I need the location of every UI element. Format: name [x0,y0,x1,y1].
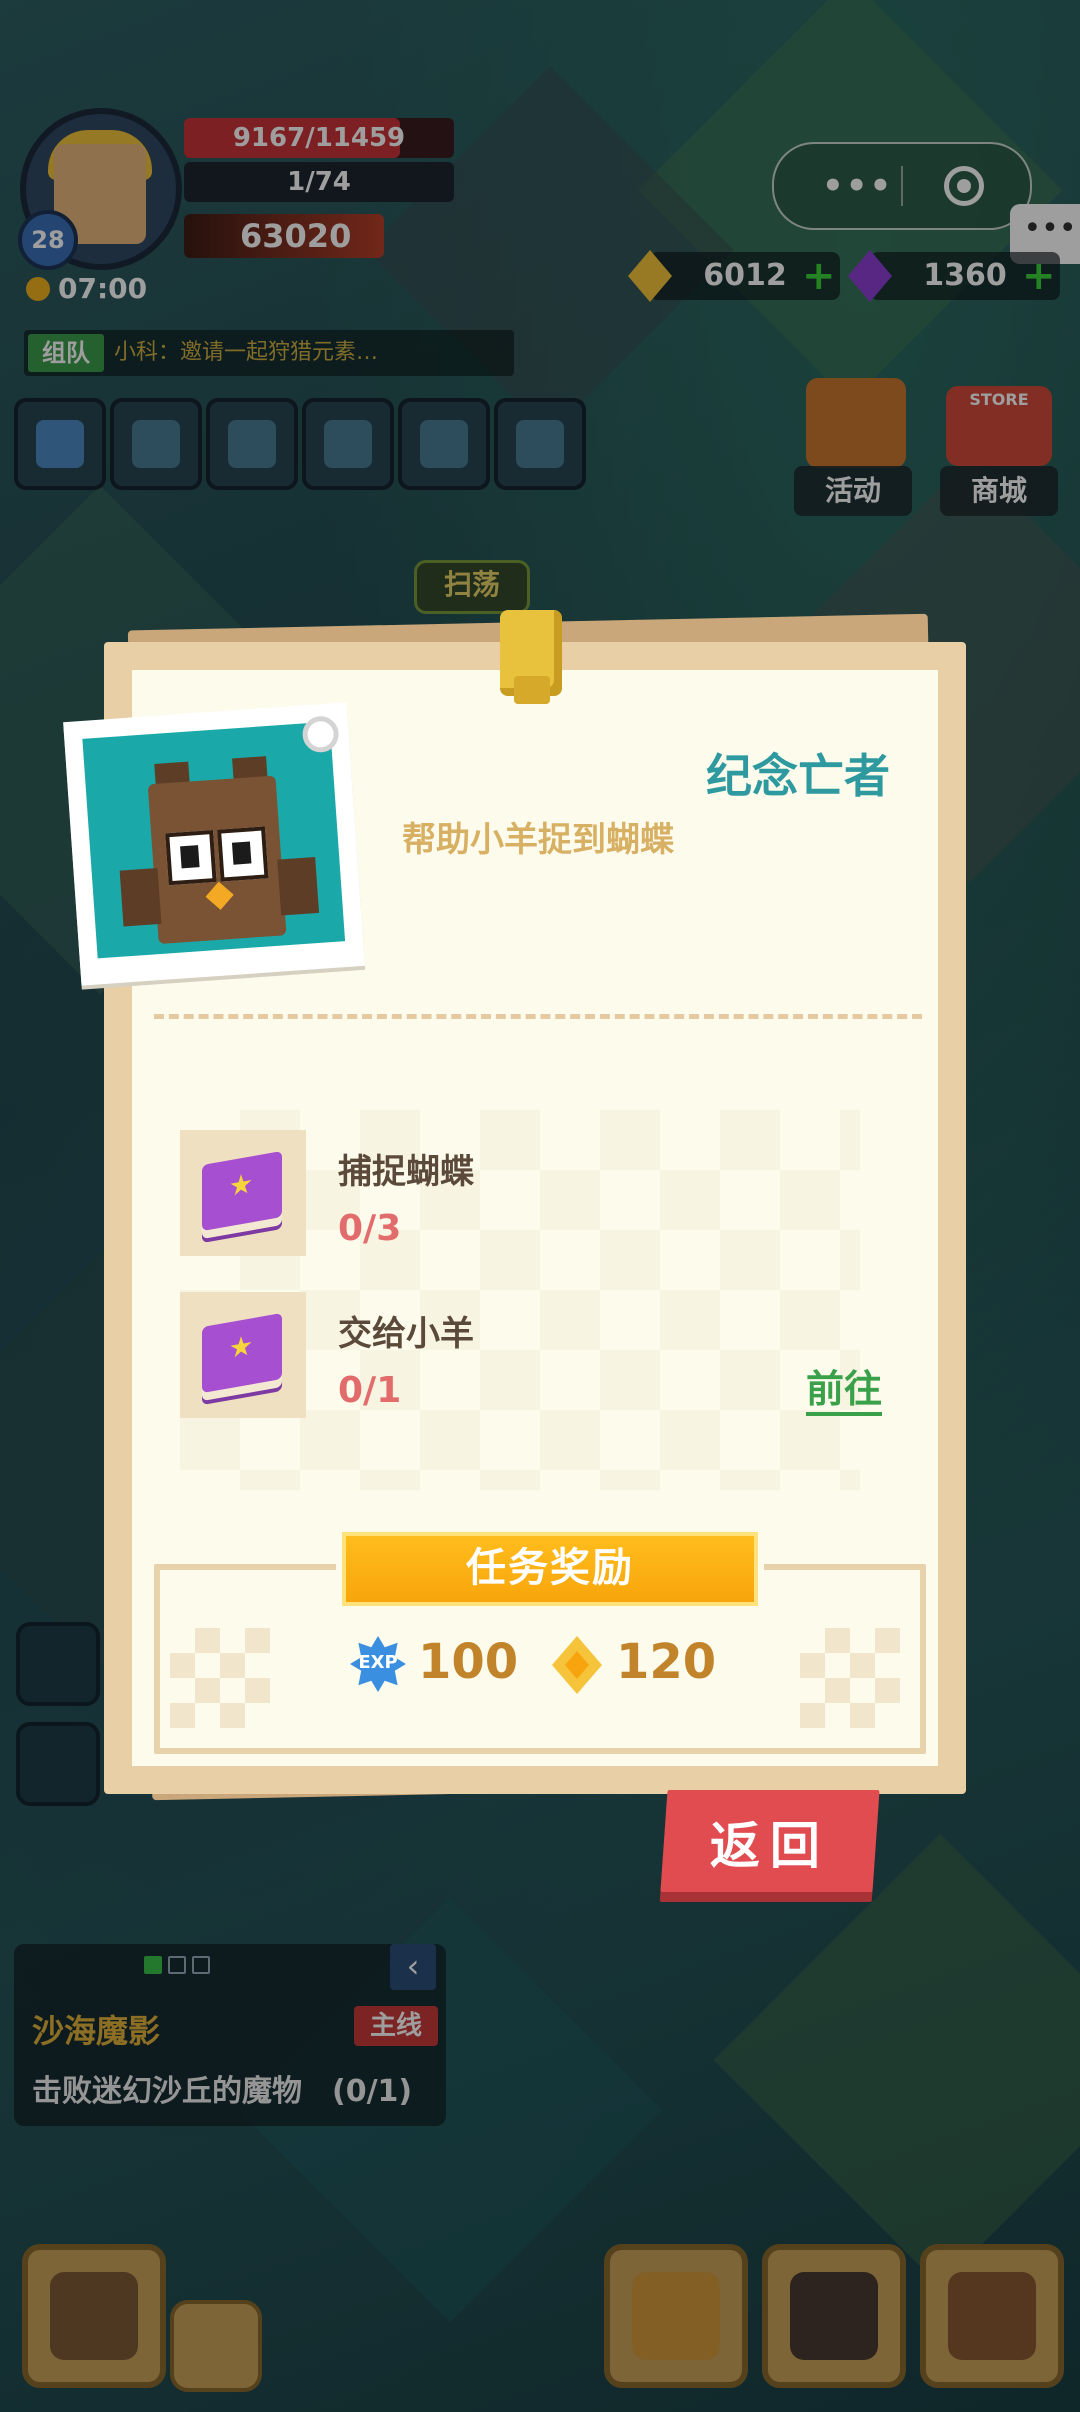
return-button[interactable]: 返回 [660,1790,880,1892]
book-icon [202,1150,282,1232]
divider [154,1014,922,1019]
task-icon-2 [180,1292,306,1418]
quest-subtitle: 帮助小羊捉到蝴蝶 [402,820,674,860]
gold-reward-value: 120 [616,1634,717,1690]
pin-icon [500,610,562,704]
task-name: 捕捉蝴蝶 [338,1152,474,1192]
task-progress: 0/3 [338,1208,402,1249]
reward-header-label: 任务奖励 [342,1532,758,1606]
quest-title: 纪念亡者 [706,749,890,803]
npc-portrait [63,702,365,986]
go-to-button[interactable]: 前往 [806,1366,883,1416]
task-icon-1 [180,1130,306,1256]
owl-npc-icon [119,756,320,945]
exp-reward-value: 100 [418,1634,519,1690]
book-icon [202,1312,282,1394]
reward-header: 任务奖励 [336,1528,764,1610]
reward-pattern-right [800,1628,900,1728]
reward-pattern-left [170,1628,270,1728]
task-progress: 0/1 [338,1370,402,1411]
task-name: 交给小羊 [338,1314,474,1354]
